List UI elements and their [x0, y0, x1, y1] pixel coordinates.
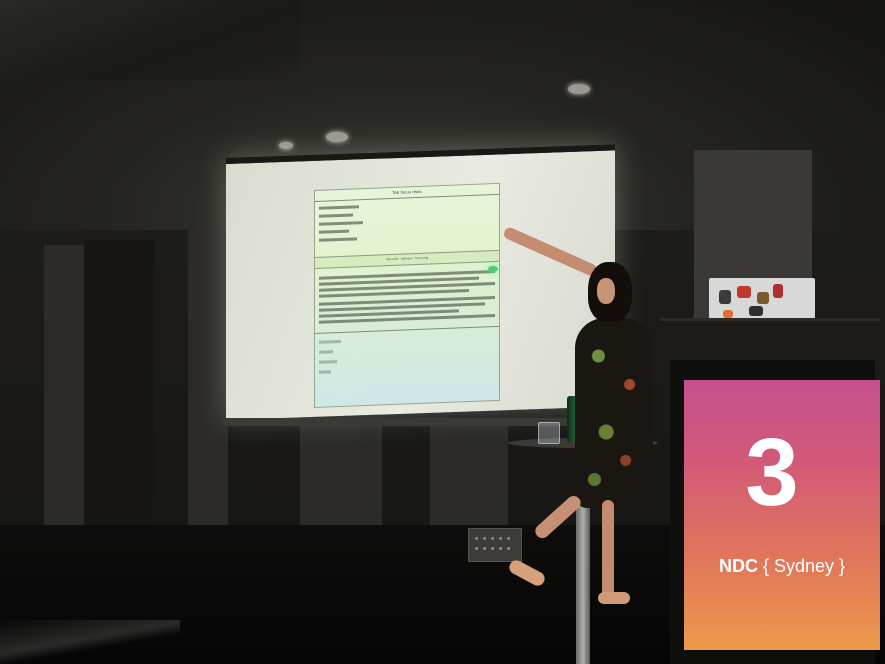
wall-panel: [188, 230, 228, 530]
slide-text-line: [319, 370, 331, 374]
laptop-sticker: [757, 292, 769, 304]
slide-text-line: [319, 350, 333, 354]
ceiling-light: [326, 132, 348, 142]
speaker-leg: [602, 500, 614, 600]
slide-text-line: [319, 339, 341, 344]
room-number: 3: [745, 419, 799, 526]
laptop-sticker: [719, 290, 731, 304]
laptop-sticker: [749, 306, 763, 316]
wall-panel: [84, 240, 154, 525]
water-glass: [538, 422, 560, 444]
speaker-shoe: [598, 592, 630, 604]
speaker-dress: [575, 318, 653, 508]
slide-text-line: [319, 213, 353, 218]
laptop-sticker: [737, 286, 751, 298]
projected-slide: Tab focus tests Tab order · tabindex · f…: [314, 182, 500, 408]
ceiling-light: [279, 142, 293, 149]
ceiling-truss: [0, 0, 300, 80]
wall-panel: [430, 420, 508, 530]
laptop-sticker: [723, 310, 733, 318]
conference-brand: NDC: [718, 556, 758, 576]
laser-pointer-dot: [488, 266, 498, 272]
slide-text-line: [319, 237, 357, 242]
laptop-sticker: [773, 284, 783, 298]
slide-text-line: [319, 229, 349, 234]
stage-edge: [0, 620, 180, 664]
slide-text-line: [319, 360, 337, 364]
stage-monitor-box: [468, 528, 522, 562]
ceiling-light: [568, 84, 590, 94]
conference-name: NDC { Sydney }: [684, 556, 880, 577]
slide-text-line: [319, 205, 359, 210]
slide-text-line: [319, 221, 363, 226]
wall-panel: [44, 245, 84, 525]
speaker-face: [597, 278, 615, 304]
conference-city: { Sydney }: [757, 556, 846, 576]
wall-panel: [300, 420, 382, 530]
slide-divider: [315, 325, 499, 334]
